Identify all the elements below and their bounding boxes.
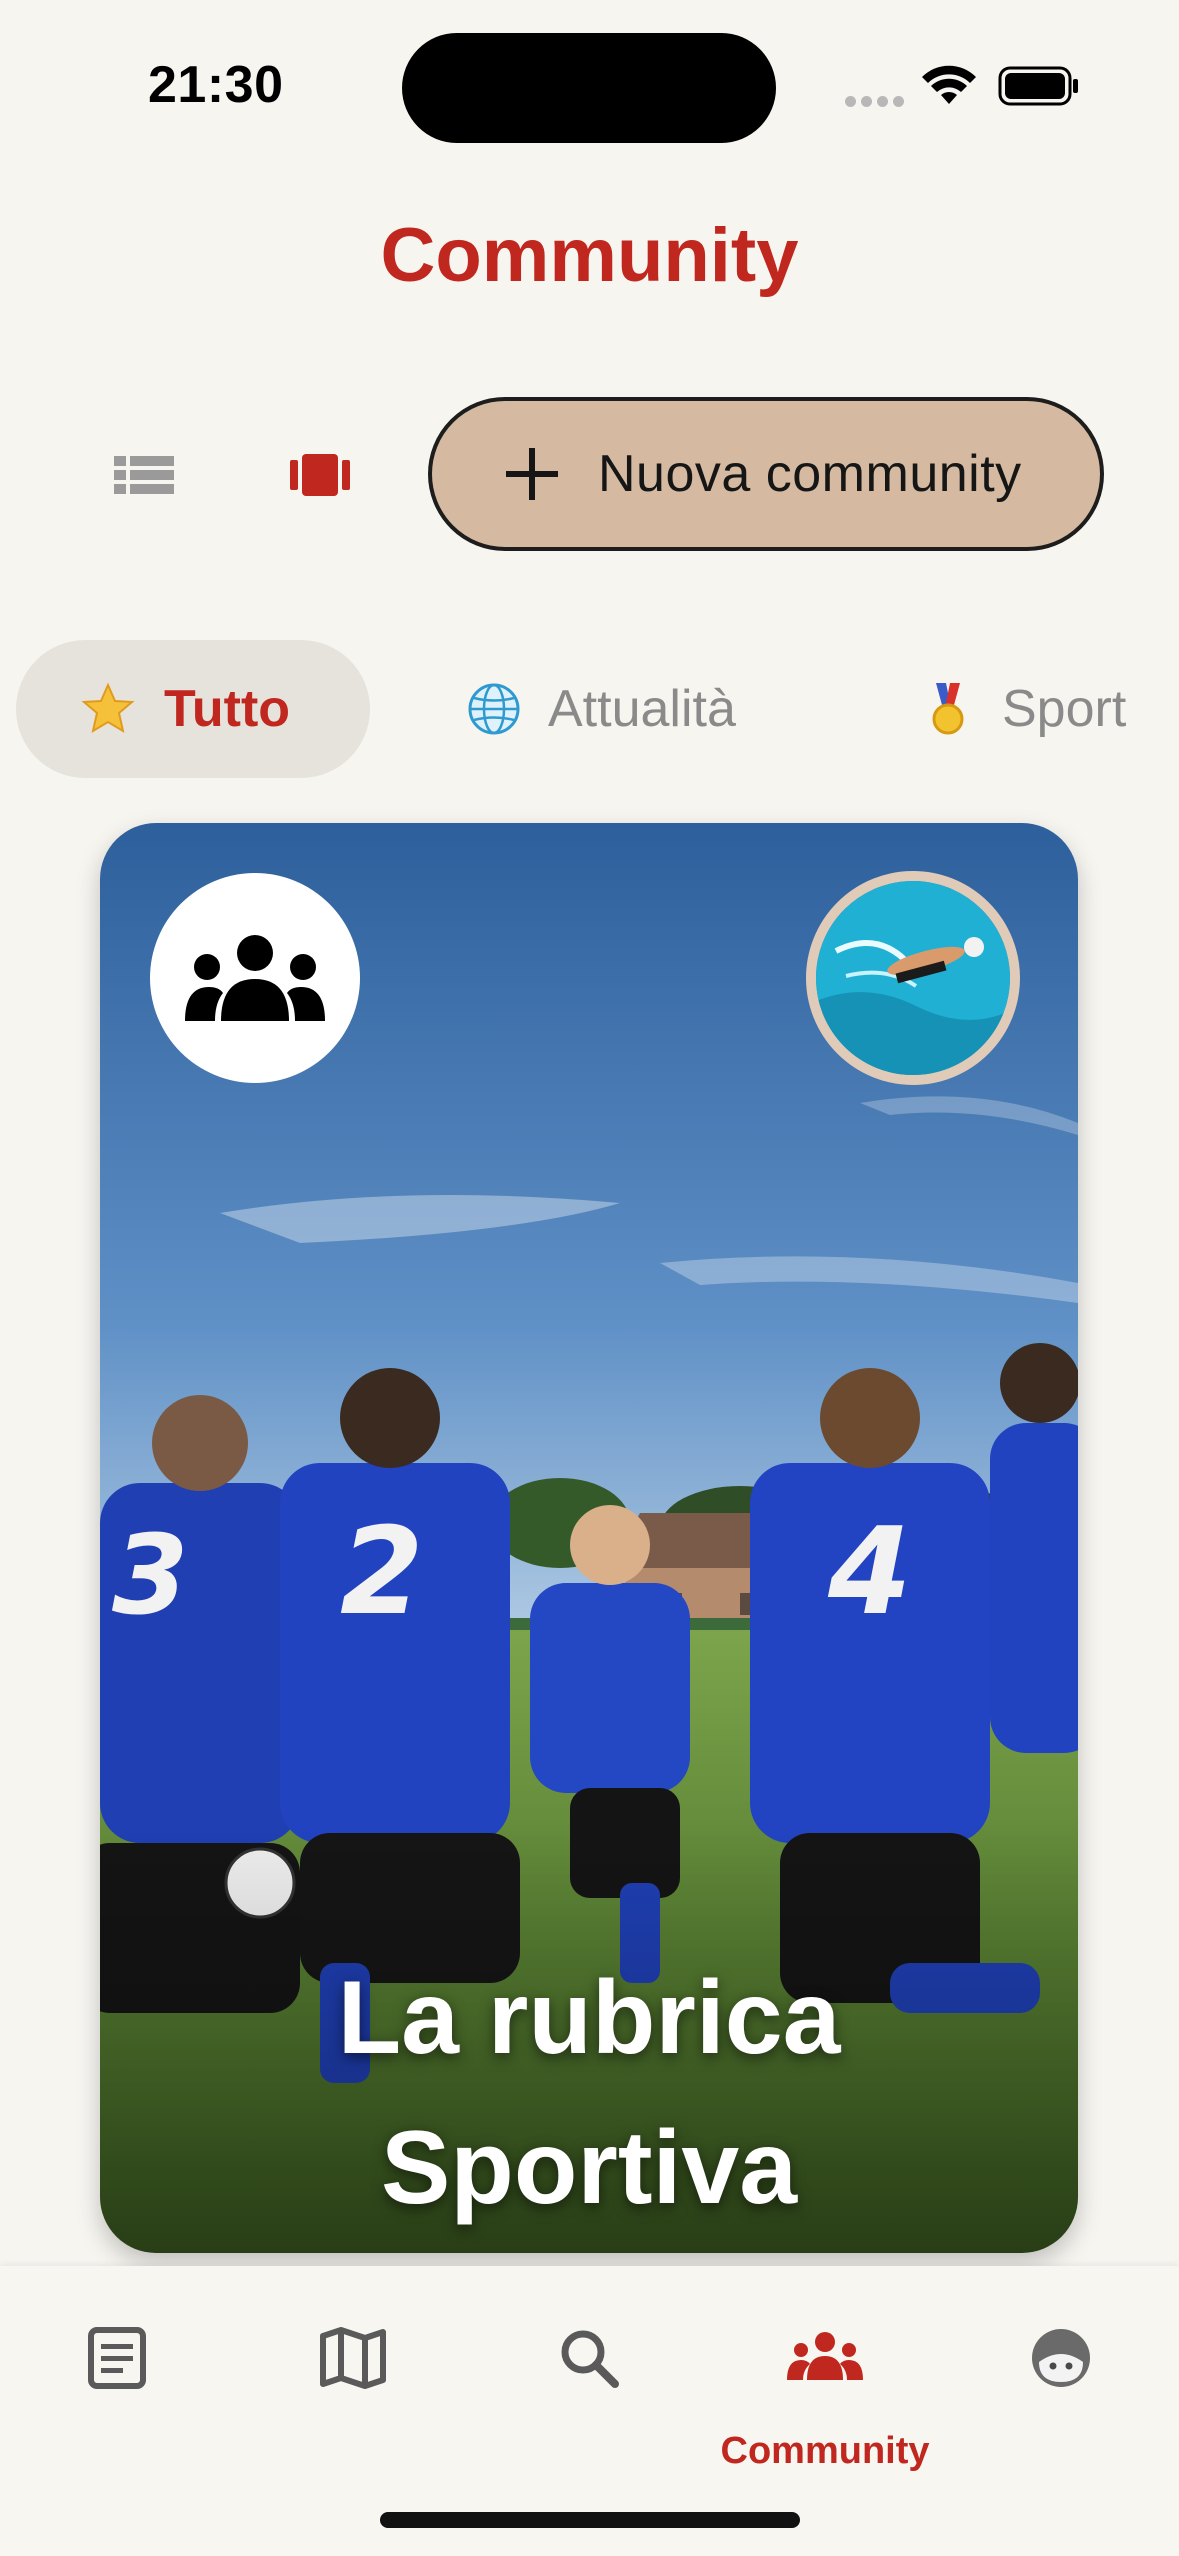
medal-icon <box>932 683 964 735</box>
category-chip-label: Sport <box>1002 680 1127 738</box>
tab-community[interactable]: Community <box>721 2318 930 2472</box>
search-icon <box>561 2330 619 2388</box>
tab-search[interactable] <box>489 2318 689 2458</box>
star-icon <box>81 682 135 734</box>
category-chip-label: Tutto <box>164 680 291 738</box>
community-card-title-line2: Sportiva <box>380 2110 798 2226</box>
swimmer-avatar <box>806 871 1020 1085</box>
tab-profile[interactable] <box>961 2318 1161 2458</box>
category-chips: Tutto Attualità Sport <box>0 640 1179 780</box>
category-chip-label: Attualità <box>548 680 736 738</box>
dynamic-island <box>402 33 776 143</box>
group-icon <box>150 873 360 1083</box>
globe-icon <box>468 683 520 735</box>
community-card-title: La rubrica Sportiva <box>100 1943 1078 2243</box>
new-community-label: Nuova community <box>598 445 1022 503</box>
card-view-icon <box>290 454 350 496</box>
battery-icon <box>998 66 1078 106</box>
community-card[interactable]: 3 2 4 <box>100 823 1078 2253</box>
status-bar: 21:30 <box>0 0 1179 170</box>
home-indicator <box>380 2512 800 2528</box>
card-view-button[interactable] <box>280 440 360 510</box>
community-icon <box>787 2332 863 2380</box>
tab-articles[interactable] <box>17 2318 217 2458</box>
tab-map[interactable] <box>253 2318 453 2458</box>
category-chip-sport[interactable]: Sport <box>920 640 1126 778</box>
page-title: Community <box>380 213 799 298</box>
tab-community-label: Community <box>720 2430 930 2472</box>
community-card-title-line1: La rubrica <box>337 1960 841 2076</box>
cellular-signal-icon <box>845 94 909 112</box>
list-view-icon <box>114 456 174 494</box>
status-time: 21:30 <box>148 56 284 114</box>
category-chip-attualita[interactable]: Attualità <box>466 640 736 778</box>
map-icon <box>320 2327 386 2389</box>
plus-icon <box>506 448 558 500</box>
profile-icon <box>1032 2329 1090 2387</box>
list-view-button[interactable] <box>104 440 184 510</box>
article-icon <box>88 2327 146 2389</box>
new-community-button[interactable]: Nuova community <box>428 397 1104 551</box>
category-chip-tutto[interactable]: Tutto <box>16 640 370 778</box>
wifi-icon <box>922 65 976 104</box>
